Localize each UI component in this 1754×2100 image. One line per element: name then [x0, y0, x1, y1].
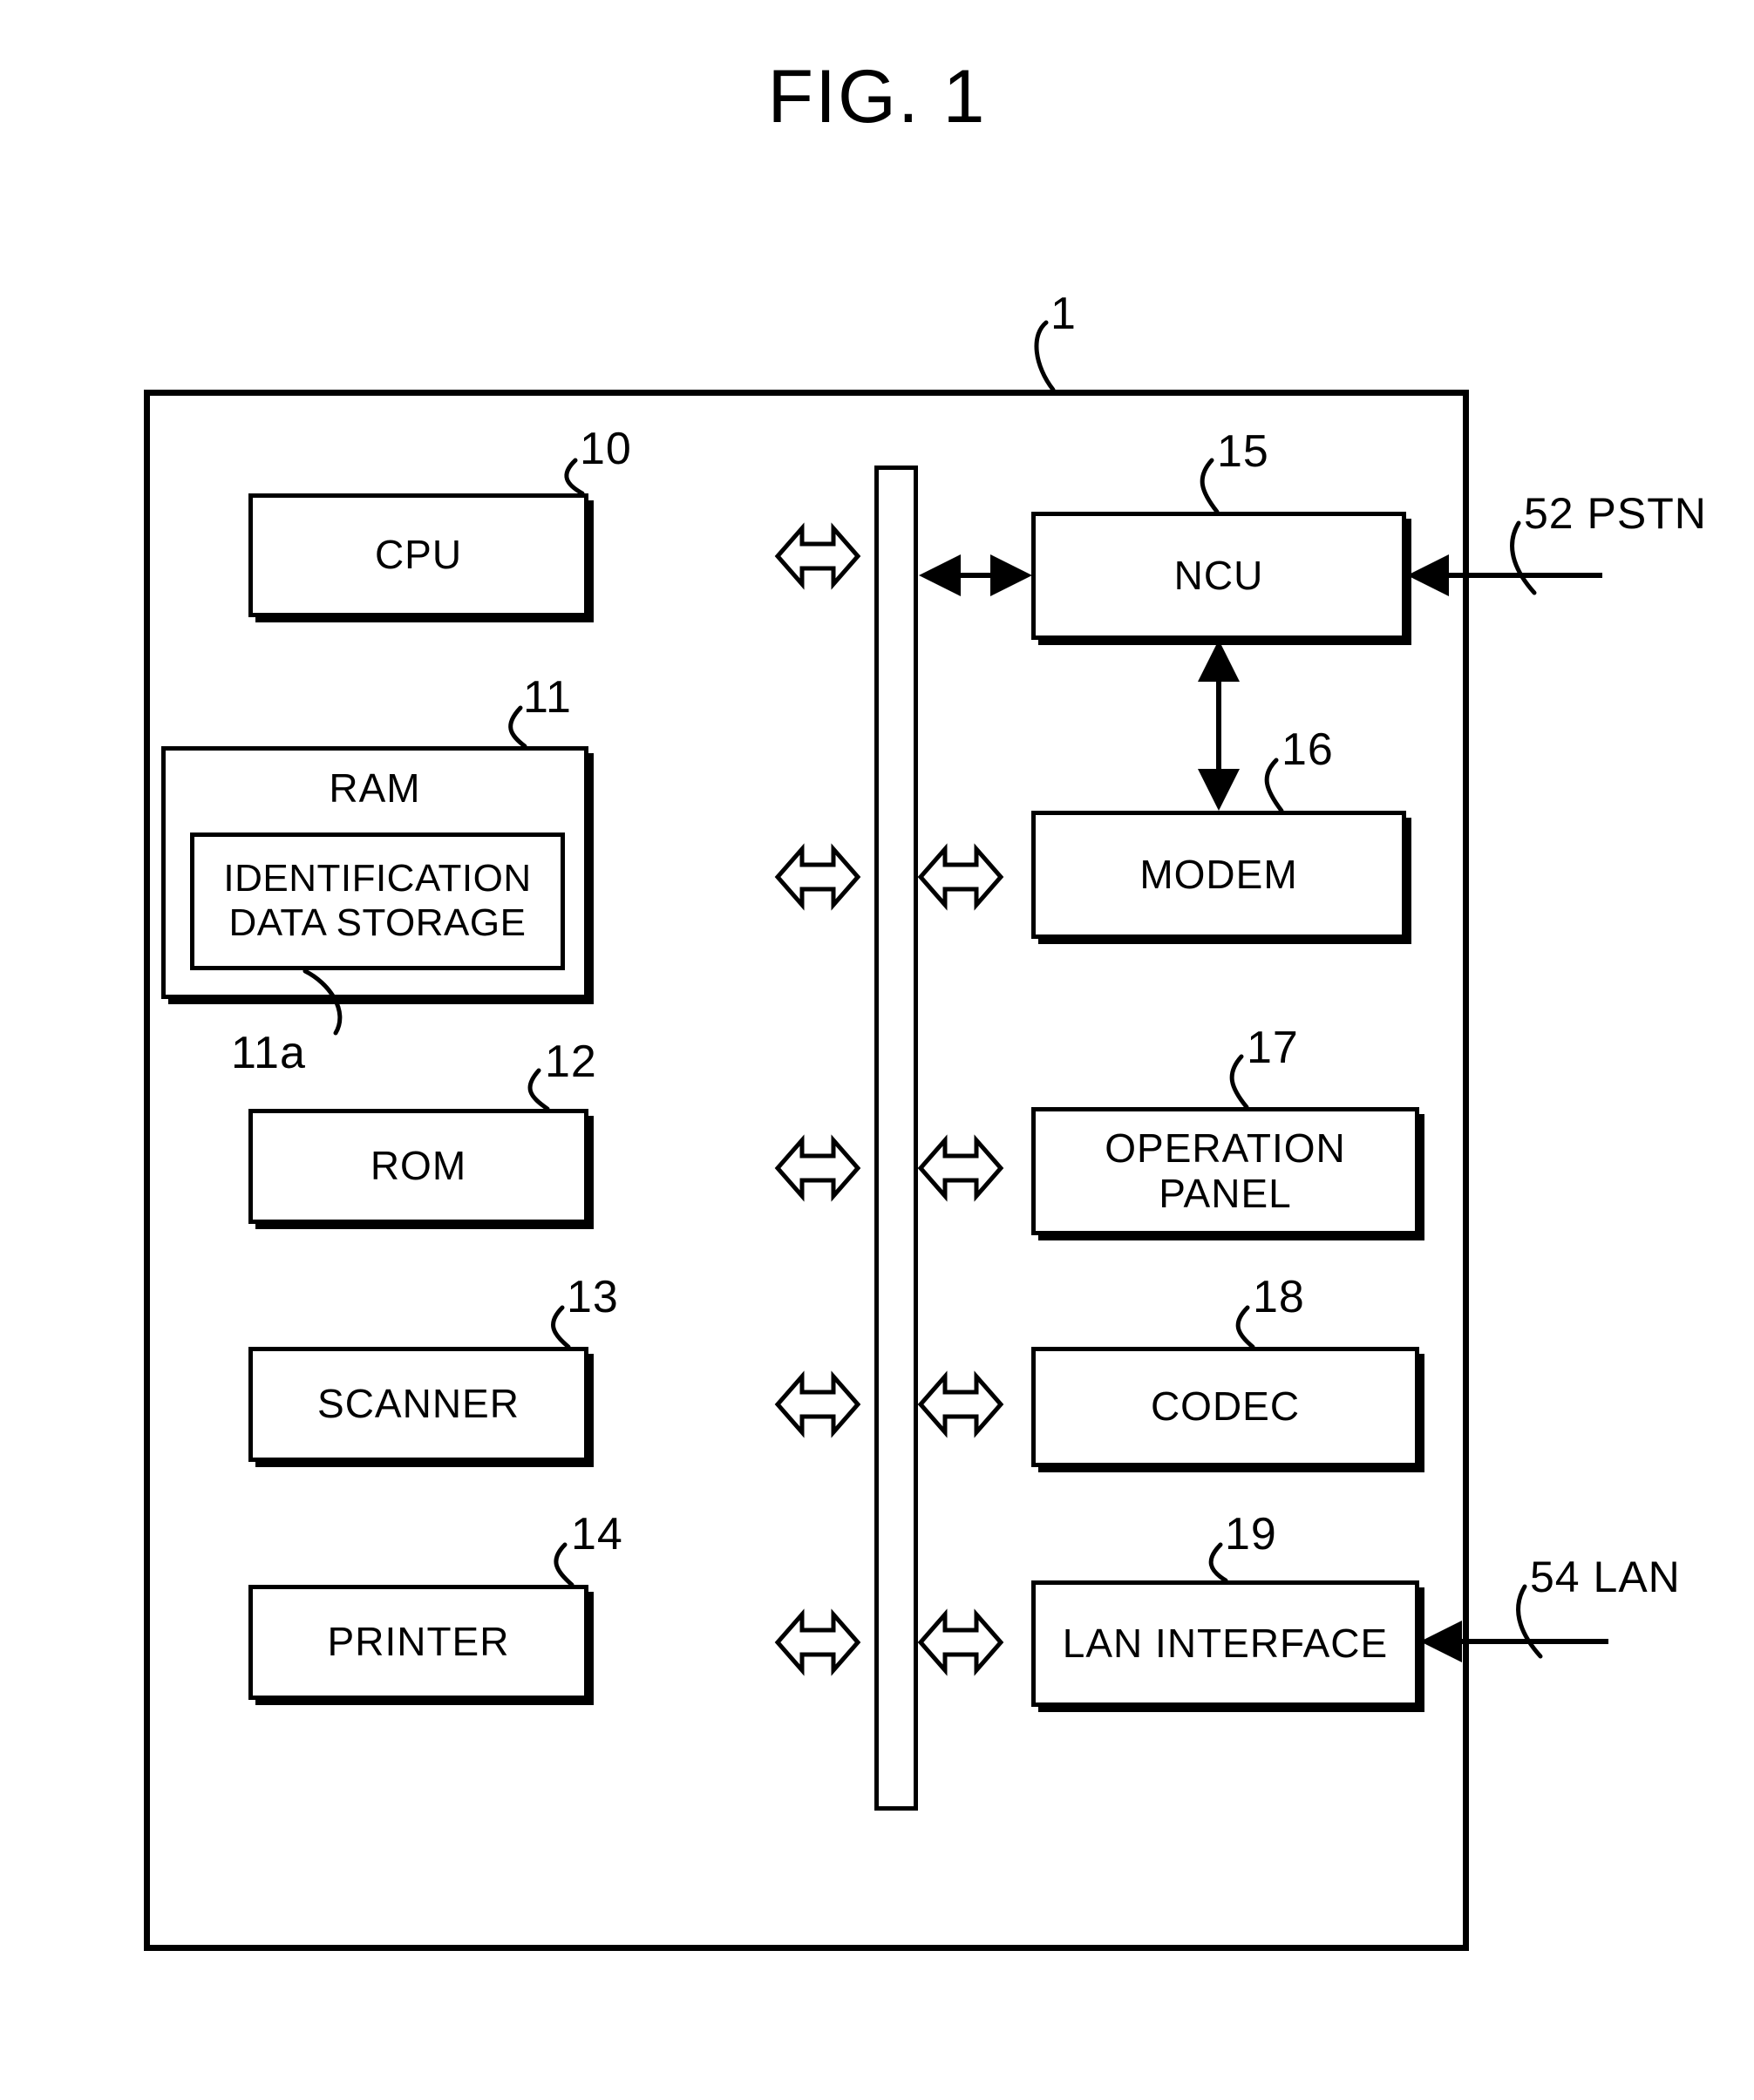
ref-ncu: 15 — [1217, 426, 1269, 477]
block-codec-label: CODEC — [1150, 1383, 1301, 1430]
ref-lan-interface: 19 — [1225, 1509, 1277, 1560]
ref-printer: 14 — [571, 1509, 623, 1560]
block-codec[interactable]: CODEC — [1031, 1347, 1419, 1467]
page-title: FIG. 1 — [767, 55, 987, 139]
ref-identification-data-storage: 11a — [231, 1028, 306, 1078]
block-lan-interface-label: LAN INTERFACE — [1062, 1620, 1389, 1666]
block-ncu-label: NCU — [1173, 552, 1264, 598]
internal-bus-bar — [874, 466, 918, 1811]
patent-figure-page: FIG. 1 CPU RAM IDENTIFICATION DATA STORA… — [0, 0, 1754, 2100]
block-cpu[interactable]: CPU — [248, 493, 588, 617]
ref-rom: 12 — [545, 1036, 597, 1087]
ref-modem: 16 — [1282, 724, 1334, 775]
block-scanner-label: SCANNER — [317, 1381, 520, 1427]
ref-codec: 18 — [1253, 1272, 1305, 1322]
block-operation-panel-label: OPERATION PANEL — [1105, 1125, 1346, 1216]
block-scanner[interactable]: SCANNER — [248, 1347, 588, 1462]
ref-scanner: 13 — [567, 1272, 619, 1322]
block-lan-interface[interactable]: LAN INTERFACE — [1031, 1580, 1419, 1707]
block-printer-label: PRINTER — [327, 1619, 510, 1665]
block-identification-data-storage[interactable]: IDENTIFICATION DATA STORAGE — [190, 833, 565, 970]
block-ram[interactable]: RAM IDENTIFICATION DATA STORAGE — [161, 746, 588, 999]
ref-apparatus: 1 — [1050, 289, 1077, 339]
ref-cpu: 10 — [580, 424, 632, 474]
block-printer[interactable]: PRINTER — [248, 1585, 588, 1700]
label-pstn: 52 PSTN — [1524, 489, 1707, 538]
block-identification-data-storage-label: IDENTIFICATION DATA STORAGE — [223, 857, 532, 944]
block-cpu-label: CPU — [374, 532, 463, 578]
block-ncu[interactable]: NCU — [1031, 512, 1406, 640]
block-ram-label: RAM — [329, 765, 421, 811]
block-operation-panel[interactable]: OPERATION PANEL — [1031, 1107, 1419, 1235]
ref-operation-panel: 17 — [1247, 1023, 1299, 1073]
label-lan: 54 LAN — [1530, 1553, 1681, 1601]
block-rom-label: ROM — [370, 1143, 467, 1189]
block-rom[interactable]: ROM — [248, 1109, 588, 1224]
ref-ram: 11 — [523, 672, 572, 723]
block-modem-label: MODEM — [1139, 851, 1298, 897]
block-modem[interactable]: MODEM — [1031, 811, 1406, 939]
